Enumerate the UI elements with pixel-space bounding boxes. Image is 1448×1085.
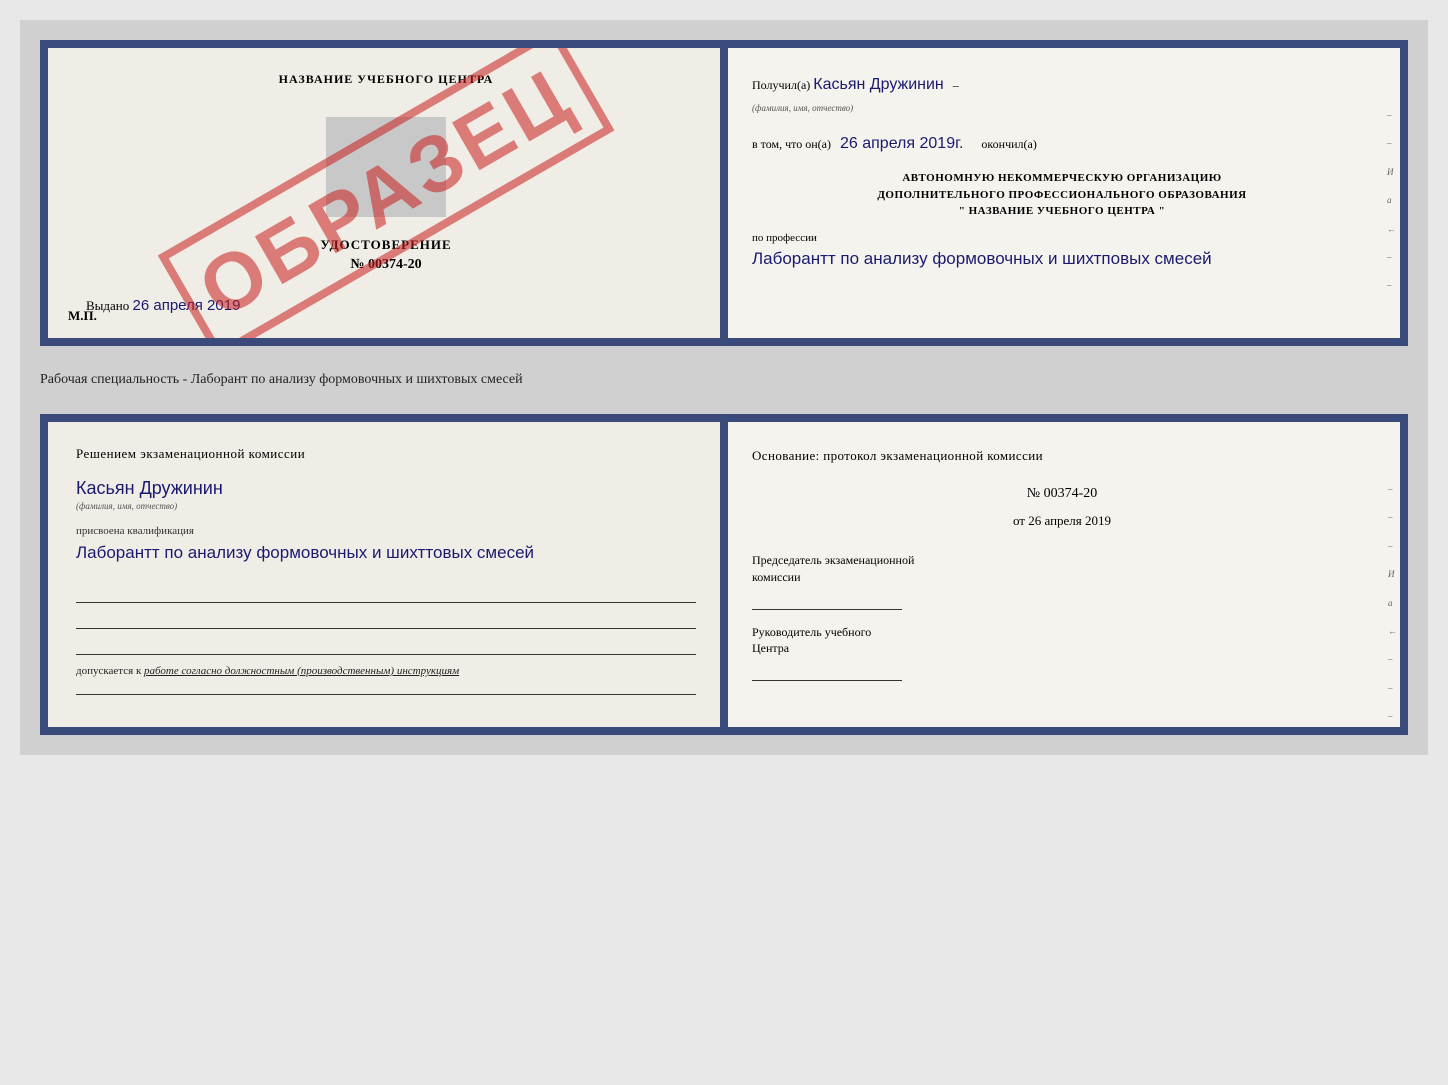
sign-line-1: [76, 585, 696, 603]
received-name: Касьян Дружинин: [813, 76, 943, 93]
org-line2: ДОПОЛНИТЕЛЬНОГО ПРОФЕССИОНАЛЬНОГО ОБРАЗО…: [752, 187, 1372, 204]
finished-label: окончил(а): [981, 137, 1036, 151]
date-line: в том, что он(а) 26 апреля 2019г. окончи…: [752, 131, 1372, 157]
sign-line-2: [76, 611, 696, 629]
org-info: АВТОНОМНУЮ НЕКОММЕРЧЕСКУЮ ОРГАНИЗАЦИЮ ДО…: [752, 170, 1372, 220]
page-container: НАЗВАНИЕ УЧЕБНОГО ЦЕНТРА УДОСТОВЕРЕНИЕ №…: [20, 20, 1428, 755]
director-sign-line: [752, 661, 902, 681]
qualification-text: Лаборантт по анализу формовочных и шихтт…: [76, 541, 696, 565]
allows-details: работе согласно должностным (производств…: [144, 665, 459, 677]
fio-label-top: (фамилия, имя, отчество): [752, 103, 853, 113]
bottom-doc-right: Основание: протокол экзаменационной коми…: [724, 422, 1400, 727]
cert-label: УДОСТОВЕРЕНИЕ: [76, 237, 696, 253]
protocol-date-value: 26 апреля 2019: [1028, 513, 1111, 528]
sign-line-3: [76, 637, 696, 655]
basis-title: Основание: протокол экзаменационной коми…: [752, 446, 1372, 467]
protocol-date: от 26 апреля 2019: [752, 511, 1372, 532]
director-line2: Центра: [752, 640, 1372, 657]
bottom-name-handwritten: Касьян Дружинин: [76, 478, 696, 499]
org-line3: " НАЗВАНИЕ УЧЕБНОГО ЦЕНТРА ": [752, 203, 1372, 220]
protocol-number: № 00374-20: [752, 483, 1372, 505]
bottom-doc-left: Решением экзаменационной комиссии Касьян…: [48, 422, 724, 727]
side-marks-top: – – И а ← – –: [1387, 108, 1396, 293]
director-label: Руководитель учебного Центра: [752, 624, 1372, 658]
sign-line-4: [76, 677, 696, 695]
date-prefix: в том, что он(а): [752, 137, 831, 151]
bottom-document: Решением экзаменационной комиссии Касьян…: [40, 414, 1408, 735]
chairman-line1: Председатель экзаменационной: [752, 552, 1372, 569]
side-marks-bottom: – – – И а ← – – –: [1388, 482, 1397, 724]
allows-prefix: допускается к: [76, 665, 141, 677]
mp-label: М.П.: [68, 308, 97, 324]
chairman-line2: комиссии: [752, 569, 1372, 586]
top-left-title: НАЗВАНИЕ УЧЕБНОГО ЦЕНТРА: [76, 72, 696, 87]
protocol-date-prefix: от: [1013, 513, 1025, 528]
separator-text: Рабочая специальность - Лаборант по анал…: [40, 366, 1408, 394]
cert-number: № 00374-20: [76, 257, 696, 273]
profession-prefix: по профессии: [752, 230, 1372, 248]
top-doc-left: НАЗВАНИЕ УЧЕБНОГО ЦЕНТРА УДОСТОВЕРЕНИЕ №…: [48, 48, 724, 338]
commission-title: Решением экзаменационной комиссии: [76, 446, 696, 462]
issued-date: 26 апреля 2019: [133, 297, 241, 314]
director-line1: Руководитель учебного: [752, 624, 1372, 641]
top-doc-right: Получил(а) Касьян Дружинин – (фамилия, и…: [724, 48, 1400, 338]
chairman-label: Председатель экзаменационной комиссии: [752, 552, 1372, 586]
received-prefix: Получил(а): [752, 78, 810, 92]
allows-text: допускается к работе согласно должностны…: [76, 665, 696, 677]
received-line: Получил(а) Касьян Дружинин – (фамилия, и…: [752, 72, 1372, 117]
cert-issued: Выдано 26 апреля 2019: [86, 297, 696, 314]
bottom-fio-label: (фамилия, имя, отчество): [76, 501, 696, 511]
chairman-sign-line: [752, 590, 902, 610]
top-document: НАЗВАНИЕ УЧЕБНОГО ЦЕНТРА УДОСТОВЕРЕНИЕ №…: [40, 40, 1408, 346]
qualification-label: присвоена квалификация: [76, 525, 696, 537]
completion-date: 26 апреля 2019г.: [840, 135, 963, 152]
cert-photo-placeholder: [326, 117, 446, 217]
org-line1: АВТОНОМНУЮ НЕКОММЕРЧЕСКУЮ ОРГАНИЗАЦИЮ: [752, 170, 1372, 187]
profession-text: Лаборантт по анализу формовочных и шихтп…: [752, 247, 1372, 271]
